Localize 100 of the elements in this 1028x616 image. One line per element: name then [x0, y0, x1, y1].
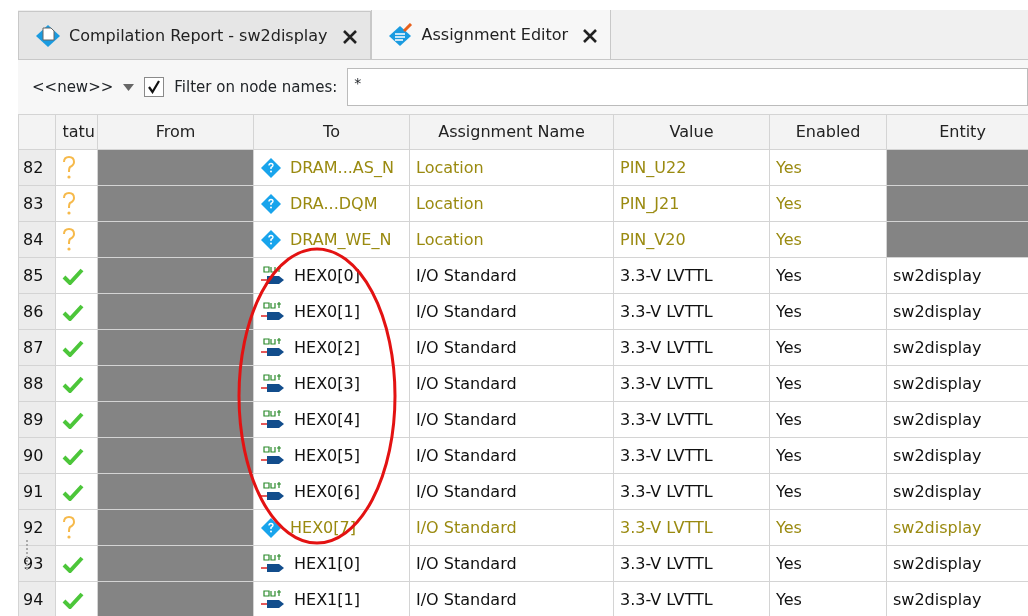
table-cell: I/O Standard	[409, 329, 614, 366]
column-header[interactable]: Value	[613, 114, 770, 150]
row-number: 83	[18, 185, 56, 222]
table-cell: HEX0[6]	[253, 473, 410, 510]
row-number: 86	[18, 293, 56, 330]
table-cell: 3.3-V LVTTL	[613, 437, 770, 474]
table-cell: DRAM...AS_N	[253, 149, 410, 186]
row-number: 84	[18, 221, 56, 258]
table-cell: Yes	[769, 365, 887, 402]
table-cell: PIN_V20	[613, 221, 770, 258]
table-cell: I/O Standard	[409, 509, 614, 546]
output-pin-icon	[260, 408, 286, 431]
check-icon	[62, 267, 84, 285]
table-cell: HEX0[1]	[253, 293, 410, 330]
table-cell: PIN_J21	[613, 185, 770, 222]
row-number: 92	[18, 509, 56, 546]
output-pin-icon	[260, 588, 286, 611]
table-cell: HEX0[5]	[253, 437, 410, 474]
output-pin-icon	[260, 336, 286, 359]
check-icon	[62, 303, 84, 321]
output-pin-icon	[260, 552, 286, 575]
row-number: 89	[18, 401, 56, 438]
table-cell: Yes	[769, 401, 887, 438]
table-cell: Location	[409, 149, 614, 186]
tab[interactable]: Compilation Report - sw2display	[18, 11, 371, 59]
column-header[interactable]: From	[97, 114, 254, 150]
table-cell: I/O Standard	[409, 401, 614, 438]
table-cell: PIN_U22	[613, 149, 770, 186]
table-cell: I/O Standard	[409, 437, 614, 474]
row-number: 82	[18, 149, 56, 186]
check-icon	[62, 447, 84, 465]
table-cell: DRAM_WE_N	[253, 221, 410, 258]
check-icon	[62, 555, 84, 573]
column-header[interactable]: Assignment Name	[409, 114, 614, 150]
table-cell: Yes	[769, 509, 887, 546]
column-header[interactable]: tatu	[55, 114, 98, 150]
table-cell: HEX0[2]	[253, 329, 410, 366]
filter-label: Filter on node names:	[174, 76, 338, 98]
check-icon	[62, 483, 84, 501]
unknown-node-icon	[260, 156, 282, 179]
filter-field[interactable]: *	[347, 68, 1028, 106]
row-number: 87	[18, 329, 56, 366]
table-cell: Yes	[769, 329, 887, 366]
table-cell: I/O Standard	[409, 257, 614, 294]
table-cell: Yes	[769, 185, 887, 222]
table-cell: HEX1[0]	[253, 545, 410, 582]
check-icon	[62, 339, 84, 357]
table-cell: I/O Standard	[409, 365, 614, 402]
check-icon	[62, 375, 84, 393]
output-pin-icon	[260, 480, 286, 503]
unknown-node-icon	[260, 228, 282, 251]
table-cell: 3.3-V LVTTL	[613, 401, 770, 438]
table-cell: Yes	[769, 149, 887, 186]
table-cell: 3.3-V LVTTL	[613, 545, 770, 582]
row-number: 91	[18, 473, 56, 510]
close-icon[interactable]	[341, 29, 358, 45]
table-cell: DRA...DQM	[253, 185, 410, 222]
table-cell: 3.3-V LVTTL	[613, 293, 770, 330]
table-cell: I/O Standard	[409, 293, 614, 330]
row-number: 88	[18, 365, 56, 402]
table-cell: HEX0[3]	[253, 365, 410, 402]
table-cell: Yes	[769, 293, 887, 330]
question-icon	[62, 191, 76, 216]
question-icon	[62, 515, 76, 540]
table-cell: 3.3-V LVTTL	[613, 257, 770, 294]
table-cell: Yes	[769, 473, 887, 510]
editor-icon	[387, 22, 414, 47]
table-cell: Yes	[769, 221, 887, 258]
table-cell: I/O Standard	[409, 545, 614, 582]
column-header[interactable]: Entity	[886, 114, 1028, 150]
table-cell: 3.3-V LVTTL	[613, 365, 770, 402]
output-pin-icon	[260, 372, 286, 395]
close-icon[interactable]	[582, 28, 599, 44]
preset-dropdown[interactable]: <<new>>	[32, 75, 114, 99]
question-icon	[62, 227, 76, 252]
table-cell: 3.3-V LVTTL	[613, 329, 770, 366]
table-cell: 3.3-V LVTTL	[613, 509, 770, 546]
output-pin-icon	[260, 300, 286, 323]
table-cell: HEX0[0]	[253, 257, 410, 294]
table-cell: Location	[409, 185, 614, 222]
table-cell: I/O Standard	[409, 473, 614, 510]
table-cell: Yes	[769, 545, 887, 582]
filter-checkbox[interactable]	[144, 77, 165, 97]
column-header[interactable]: Enabled	[769, 114, 887, 150]
check-icon	[62, 591, 84, 609]
output-pin-icon	[260, 444, 286, 467]
table-cell: Location	[409, 221, 614, 258]
table-cell: HEX0[4]	[253, 401, 410, 438]
table-cell: 3.3-V LVTTL	[613, 473, 770, 510]
unknown-node-icon	[260, 192, 282, 215]
row-number: 94	[18, 581, 56, 616]
caret-icon[interactable]	[123, 83, 135, 91]
tab[interactable]: Assignment Editor	[370, 10, 612, 59]
report-icon	[35, 23, 61, 48]
output-pin-icon	[260, 264, 286, 287]
table-cell: Yes	[769, 257, 887, 294]
row-number: 90	[18, 437, 56, 474]
column-header[interactable]: To	[253, 114, 410, 150]
question-icon	[62, 155, 76, 180]
row-number: 85	[18, 257, 56, 294]
